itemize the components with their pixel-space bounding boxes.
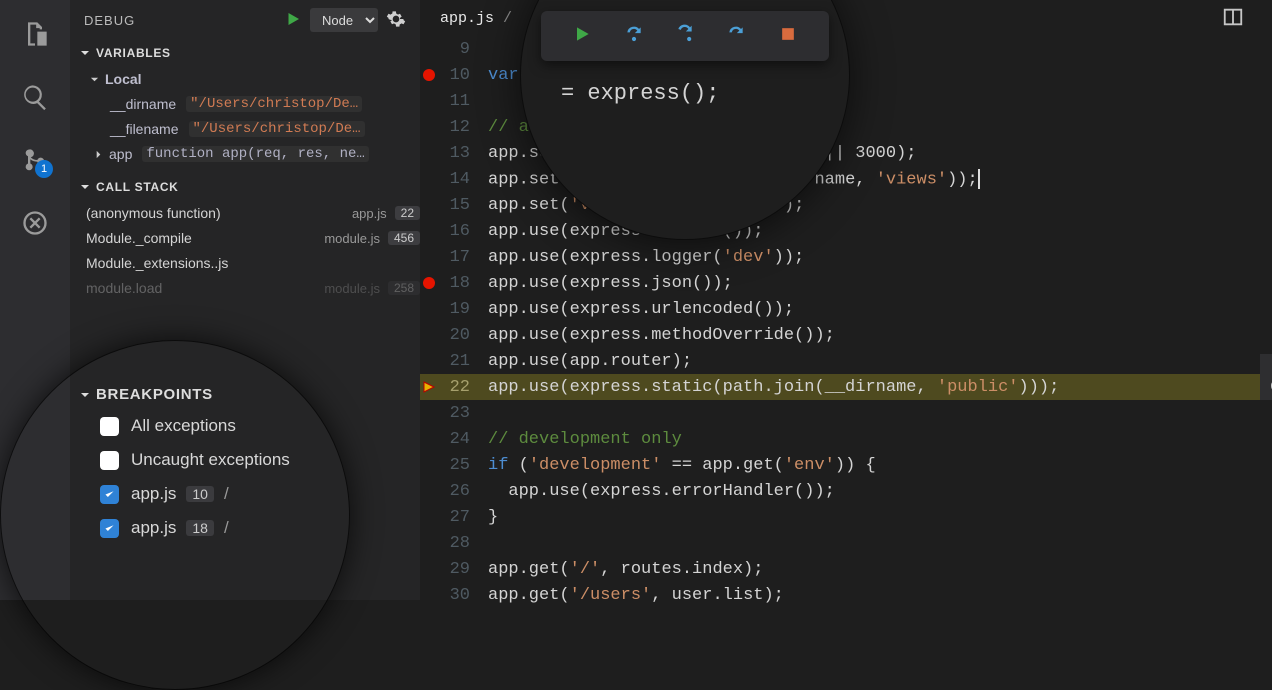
- explorer-icon[interactable]: [21, 20, 49, 48]
- checkbox-icon[interactable]: [100, 519, 119, 538]
- variables-section-header[interactable]: VARIABLES: [70, 40, 420, 66]
- code-line[interactable]: 22app.use(express.static(path.join(__dir…: [420, 374, 1272, 400]
- step-over-button[interactable]: [624, 24, 644, 49]
- step-out-button[interactable]: [726, 24, 746, 49]
- code-line[interactable]: 28: [420, 530, 1272, 556]
- call-stack-section-header[interactable]: CALL STACK: [70, 174, 420, 200]
- code-line[interactable]: 18app.use(express.json());: [420, 270, 1272, 296]
- code-line[interactable]: 17app.use(express.logger('dev'));: [420, 244, 1272, 270]
- activity-bar: 1: [0, 0, 70, 600]
- code-line[interactable]: 26 app.use(express.errorHandler());: [420, 478, 1272, 504]
- code-line[interactable]: 25if ('development' == app.get('env')) {: [420, 452, 1272, 478]
- code-line[interactable]: 23: [420, 400, 1272, 426]
- current-line-icon: [422, 380, 436, 394]
- code-line[interactable]: 30app.get('/users', user.list);: [420, 582, 1272, 608]
- debug-icon[interactable]: [21, 209, 49, 237]
- debug-config-select[interactable]: Node: [310, 8, 378, 32]
- source-control-icon[interactable]: 1: [21, 146, 49, 174]
- debug-toolbar: [541, 11, 829, 61]
- checkbox-icon[interactable]: [100, 451, 119, 470]
- step-into-button[interactable]: [675, 24, 695, 49]
- start-debug-button[interactable]: [284, 10, 302, 31]
- breakpoints-section-header[interactable]: BREAKPOINTS: [70, 380, 420, 409]
- search-icon[interactable]: [21, 83, 49, 111]
- breakpoints-section: BREAKPOINTS All exceptions Uncaught exce…: [70, 380, 420, 545]
- code-line[interactable]: 14app.set('views', path.join(__dirname, …: [420, 166, 1272, 192]
- debug-title: DEBUG: [84, 13, 135, 28]
- variable-row[interactable]: __dirname "/Users/christop/De…: [70, 91, 420, 116]
- hover-tooltip: "/Users/christop/Desktop/lab-demo/ex: [1260, 354, 1272, 400]
- breakpoint-dot-icon[interactable]: [423, 69, 435, 81]
- breakpoint-item[interactable]: app.js 10 /: [70, 477, 420, 511]
- code-line[interactable]: 16app.use(express.favicon());: [420, 218, 1272, 244]
- code-line[interactable]: 27}: [420, 504, 1272, 530]
- checkbox-icon[interactable]: [100, 485, 119, 504]
- breakpoint-all-exceptions[interactable]: All exceptions: [70, 409, 420, 443]
- breakpoint-item[interactable]: app.js 18 /: [70, 511, 420, 545]
- code-line[interactable]: 24// development only: [420, 426, 1272, 452]
- debug-settings-button[interactable]: [386, 9, 406, 32]
- stack-frame[interactable]: Module._compile module.js 456: [70, 225, 420, 250]
- code-line[interactable]: 15app.set('view engine', 'jade');: [420, 192, 1272, 218]
- stack-frame[interactable]: (anonymous function) app.js 22: [70, 200, 420, 225]
- checkbox-icon[interactable]: [100, 417, 119, 436]
- debug-sidebar: DEBUG Node VARIABLES Local __dirname "/U…: [70, 0, 420, 600]
- code-line[interactable]: 20app.use(express.methodOverride());: [420, 322, 1272, 348]
- stop-button[interactable]: [778, 24, 798, 49]
- stack-frame[interactable]: module.load module.js 258: [70, 275, 420, 300]
- code-line[interactable]: 29app.get('/', routes.index);: [420, 556, 1272, 582]
- continue-button[interactable]: [572, 24, 592, 49]
- local-scope-header[interactable]: Local: [70, 66, 420, 91]
- editor-tab[interactable]: app.js /: [440, 10, 512, 27]
- variable-row[interactable]: __filename "/Users/christop/De…: [70, 116, 420, 141]
- source-control-badge: 1: [35, 160, 53, 178]
- split-editor-button[interactable]: [1222, 6, 1244, 33]
- breakpoint-dot-icon[interactable]: [423, 277, 435, 289]
- code-line[interactable]: 19app.use(express.urlencoded());: [420, 296, 1272, 322]
- breakpoint-uncaught-exceptions[interactable]: Uncaught exceptions: [70, 443, 420, 477]
- code-line[interactable]: 21app.use(app.router);: [420, 348, 1272, 374]
- stack-frame[interactable]: Module._extensions..js: [70, 250, 420, 275]
- code-fragment: = express();: [561, 81, 719, 106]
- debug-header: DEBUG Node: [70, 0, 420, 40]
- variable-row[interactable]: app function app(req, res, ne…: [70, 141, 420, 166]
